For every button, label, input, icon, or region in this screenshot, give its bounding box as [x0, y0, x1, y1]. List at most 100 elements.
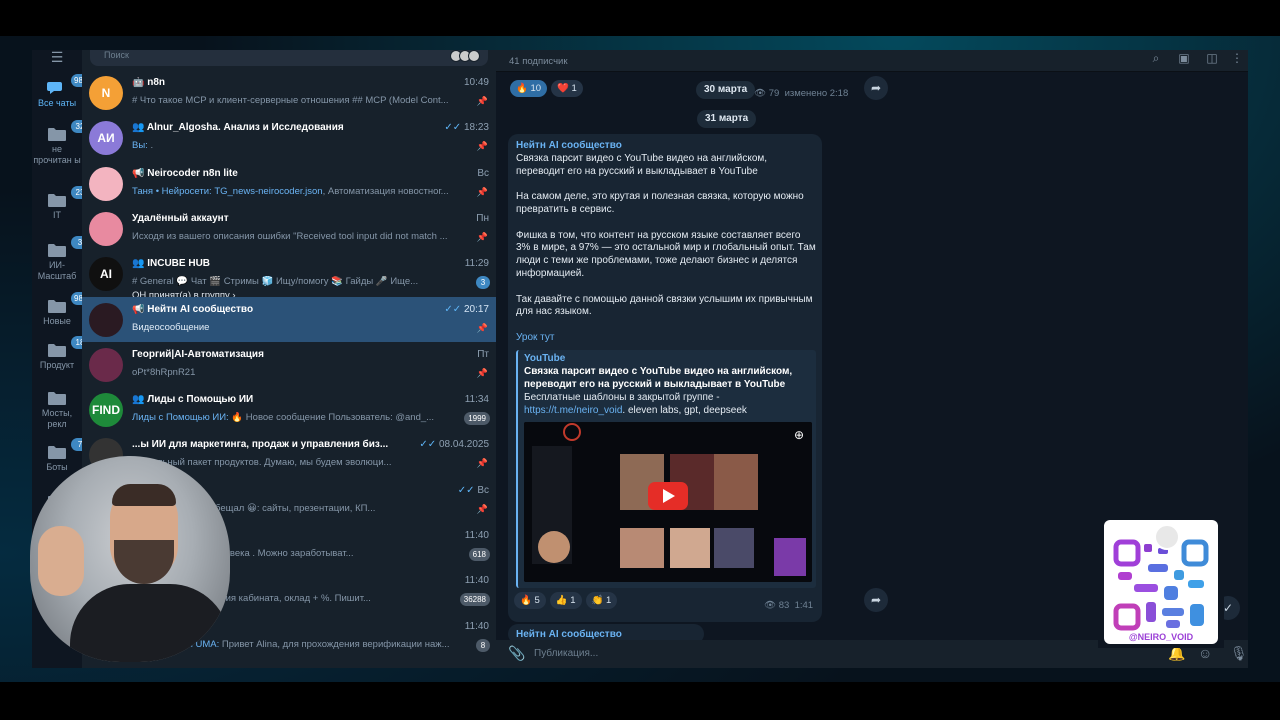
message-paragraph-4: Так давайте с помощью данной связки услы…: [516, 293, 813, 318]
chat-row[interactable]: 📢 Neirocoder n8n lite Вс Таня • Нейросети:…: [82, 161, 496, 206]
date-chip-prev: 30 марта: [696, 81, 756, 99]
pin-icon: 📌: [476, 231, 488, 242]
folder-0[interactable]: 987 Все чаты: [32, 74, 91, 109]
chat-row[interactable]: Удалённый аккаунт Пн Исходя из вашего опис…: [82, 206, 496, 251]
pin-icon: 📌: [476, 458, 488, 469]
chat-preview: Видеосообщение: [132, 321, 210, 333]
folder-icon: 7: [47, 438, 89, 460]
chat-preview: ...имальный пакет продуктов. Думаю, мы б…: [132, 457, 392, 469]
chat-time: ✓✓ 20:17: [444, 303, 489, 315]
chat-time: ✓✓ 18:23: [444, 122, 489, 134]
chat-name: Удалённый аккаунт: [132, 212, 229, 224]
preview-desc-link[interactable]: https://t.me/neiro_void: [524, 405, 622, 416]
search-icon[interactable]: ⌕: [1148, 51, 1164, 67]
pin-icon: 📌: [476, 141, 488, 152]
folder-4[interactable]: 987 Новые: [32, 292, 91, 327]
prev-meta: 👁 79 изменено 2:18: [754, 88, 849, 99]
chat-name: 👥 Лиды с Помощью ИИ: [132, 394, 254, 406]
chat-time: 10:49: [463, 77, 489, 88]
folder-label: ИИ-Масштаб: [37, 260, 77, 281]
comments-icon[interactable]: ▣: [1176, 51, 1192, 67]
chat-row[interactable]: Георгий|AI-Автоматизация Пт oPt*8hRpnR21 📌: [82, 342, 496, 387]
chat-avatar: [89, 347, 123, 382]
date-chip: 31 марта: [697, 110, 757, 128]
chat-avatar: АИ: [89, 121, 123, 156]
chat-name: ...ы ИИ для маркетинга, продаж и управле…: [132, 439, 389, 451]
qr-avatar: [1154, 524, 1180, 550]
folder-5[interactable]: 18 Продукт: [32, 336, 89, 371]
chat-row[interactable]: 📢 Нейтн AI сообщество ✓✓ 20:17 Видеосообще…: [82, 296, 496, 342]
chat-preview: Лиды с Помощью ИИ: 🔥 Новое сообщение Пол…: [132, 412, 435, 424]
folder-label: Продукт: [39, 360, 75, 370]
sidebar-toggle-icon[interactable]: ◫: [1204, 51, 1220, 67]
folder-3[interactable]: 3 ИИ-Масштаб: [32, 236, 89, 282]
search-placeholder: Поиск: [104, 50, 129, 60]
folder-1[interactable]: 32 не прочитан ы: [32, 120, 89, 166]
chat-name: 📢 Нейтн AI сообщество: [132, 303, 254, 315]
qr-code: @NEIRO_VOID: [1104, 520, 1218, 644]
next-message-sender[interactable]: Нейтн AI сообщество: [516, 629, 622, 640]
folder-label: Новые: [43, 316, 71, 326]
chat-time: 11:34: [464, 394, 489, 406]
chat-preview: # General 💬 Чат 🎬 Стримы 🧊 Ищу/помогу 📚 …: [132, 276, 419, 288]
chat-row[interactable]: N 🤖 n8n 10:49 # Что такое MCP и клиент-серв…: [82, 70, 496, 115]
chat-time: 11:40: [464, 620, 489, 632]
chat-name: 👥 Alnur_Algosha. Анализ и Исследования: [132, 122, 344, 134]
reaction-chip[interactable]: 🔥 5: [514, 592, 546, 609]
webcam-overlay: [30, 456, 230, 662]
search-input[interactable]: Поиск: [90, 50, 488, 66]
folder-label: Боты: [46, 462, 68, 472]
chat-row[interactable]: FIND 👥 Лиды с Помощью ИИ 11:34 Лиды с Помощ…: [82, 387, 496, 432]
zoom-icon[interactable]: ⊕: [794, 428, 804, 442]
chat-name: 👥 INCUBE HUB: [132, 258, 211, 270]
qr-card: @NEIRO_VOID: [1098, 502, 1224, 648]
chat-time: Вс: [477, 167, 489, 179]
folder-6[interactable]: Мосты, рекл: [32, 390, 82, 430]
more-icon[interactable]: ⋮: [1229, 51, 1245, 67]
reaction-chip[interactable]: ❤️ 1: [551, 80, 583, 97]
unread-badge: 618: [468, 548, 490, 561]
share-button[interactable]: ➦: [864, 588, 888, 612]
chat-name: Георгий|AI-Автоматизация: [132, 348, 264, 360]
link-preview[interactable]: YouTube Связка парсит видео с YouTube ви…: [516, 350, 816, 588]
chat-row[interactable]: AI HUB 👥 INCUBE HUB 11:29 # General 💬 Чат 🎬…: [82, 251, 496, 303]
youtube-play-icon[interactable]: [648, 482, 688, 510]
folder-label: не прочитан ы: [33, 144, 81, 165]
letterbox-bottom: [0, 682, 1280, 720]
attach-icon[interactable]: 📎: [508, 645, 525, 662]
message-bubble[interactable]: Нейтн AI сообщество Связка парсит видео …: [508, 134, 822, 622]
letterbox-top: [0, 0, 1280, 36]
lesson-link[interactable]: Урок тут: [516, 332, 816, 345]
qr-handle: @NEIRO_VOID: [1128, 632, 1194, 642]
chat-name: 🤖 n8n: [132, 77, 166, 88]
story-avatars[interactable]: [450, 50, 480, 62]
chat-bubbles-icon: 987: [47, 74, 91, 96]
folder-label: Мосты, рекл: [41, 408, 73, 429]
message-paragraph-1: Связка парсит видео с YouTube видео на а…: [516, 152, 768, 177]
message-sender[interactable]: Нейтн AI сообщество: [516, 140, 816, 153]
folder-label: IT: [53, 210, 61, 220]
reaction-chip[interactable]: 👏 1: [585, 592, 618, 609]
video-thumbnail[interactable]: ⊕: [524, 422, 812, 582]
unread-badge: 36288: [459, 593, 490, 607]
chat-avatar: [89, 302, 123, 337]
chat-time: ✓✓ Вс: [457, 484, 489, 496]
microphone-icon[interactable]: 🎙: [1230, 645, 1248, 662]
hamburger-menu-icon[interactable]: ☰: [47, 50, 67, 64]
folder-7[interactable]: 7 Боты: [32, 438, 89, 473]
folder-icon: 18: [47, 336, 89, 358]
reaction-chip[interactable]: 🔥 10: [510, 80, 548, 97]
folder-icon: 32: [47, 120, 89, 142]
subscriber-count: 41 подписчик: [509, 56, 568, 67]
reaction-chip[interactable]: 👍 1: [549, 592, 582, 609]
chat-avatar: AI HUB: [89, 257, 123, 292]
preview-title: Связка парсит видео с YouTube видео на а…: [524, 366, 793, 390]
composer-input[interactable]: Публикация...: [534, 648, 598, 659]
share-button-prev[interactable]: ➦: [864, 76, 888, 100]
unread-badge: 3: [476, 276, 490, 290]
message-meta: 👁 83 1:41: [764, 600, 814, 611]
chat-row[interactable]: АИ 👥 Alnur_Algosha. Анализ и Исследования…: [82, 115, 496, 160]
chat-preview: # Что такое MCP и клиент-серверные отнош…: [132, 95, 449, 106]
folder-2[interactable]: 23 IT: [32, 186, 89, 221]
folder-icon: [47, 390, 67, 406]
